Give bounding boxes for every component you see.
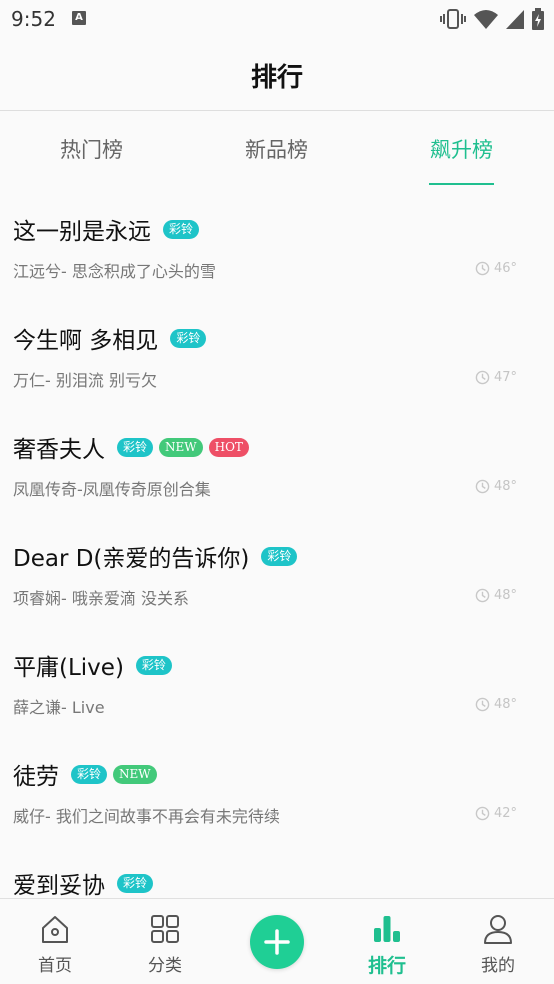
song-subtitle: 江远兮- 思念积成了心头的雪 xyxy=(13,262,216,281)
status-bar: 9:52 A xyxy=(0,0,554,40)
rank-tabs: 热门榜 新品榜 飙升榜 xyxy=(0,112,554,186)
song-title: 徒劳 xyxy=(13,764,59,790)
nav-rank-label: 排行 xyxy=(367,955,406,977)
clock-icon xyxy=(475,806,490,821)
signal-icon xyxy=(506,10,524,29)
song-title: 今生啊 多相见 xyxy=(13,328,159,354)
tab-new[interactable]: 新品榜 xyxy=(245,134,308,164)
notification-icon: A xyxy=(72,11,86,25)
nav-category[interactable]: 分类 xyxy=(110,899,220,984)
new-badge: NEW xyxy=(159,437,203,457)
plus-icon xyxy=(264,929,290,955)
song-title-row: Dear D(亲爱的告诉你) 彩铃 xyxy=(13,539,298,573)
user-icon xyxy=(484,915,512,944)
app-header: 排行 xyxy=(0,40,554,111)
song-title-row: 奢香夫人 彩铃 NEW HOT xyxy=(13,430,249,464)
song-subtitle: 项睿娴- 哦亲爱滴 没关系 xyxy=(13,589,189,608)
song-title-row: 爱到妥协 彩铃 xyxy=(13,866,154,898)
ring-badge: 彩铃 xyxy=(117,437,154,457)
song-subtitle: 凤凰传奇-凤凰传奇原创合集 xyxy=(13,480,211,499)
song-subtitle: 薛之谦- Live xyxy=(13,698,105,717)
ring-badge: 彩铃 xyxy=(71,764,108,784)
ring-badge: 彩铃 xyxy=(170,328,207,348)
song-count: 46° xyxy=(475,261,517,276)
new-badge: NEW xyxy=(113,764,157,784)
song-item[interactable]: 爱到妥协 彩铃 xyxy=(0,840,554,898)
status-time: 9:52 xyxy=(11,7,56,31)
song-subtitle: 万仁- 别泪流 别亏欠 xyxy=(13,371,157,390)
status-icons xyxy=(440,7,544,31)
song-list[interactable]: 这一别是永远 彩铃 江远兮- 思念积成了心头的雪 46° 今生啊 多相见 彩铃 … xyxy=(0,186,554,898)
hot-badge: HOT xyxy=(208,437,249,457)
ring-badge: 彩铃 xyxy=(163,219,200,239)
song-title: 平庸(Live) xyxy=(13,655,124,681)
bar-chart-icon xyxy=(374,916,400,942)
song-count-value: 42° xyxy=(493,806,517,821)
tab-hot[interactable]: 热门榜 xyxy=(60,134,123,164)
song-count: 42° xyxy=(475,806,517,821)
song-title: 这一别是永远 xyxy=(13,219,151,245)
song-item[interactable]: 平庸(Live) 彩铃 薛之谦- Live 48° xyxy=(0,622,554,731)
song-title-row: 平庸(Live) 彩铃 xyxy=(13,648,172,682)
clock-icon xyxy=(475,697,490,712)
ring-badge: 彩铃 xyxy=(135,655,172,675)
nav-mine[interactable]: 我的 xyxy=(443,899,553,984)
song-count-value: 47° xyxy=(493,370,517,385)
nav-home-label: 首页 xyxy=(38,956,72,976)
song-count: 47° xyxy=(475,370,517,385)
bottom-nav: 首页 分类 排行 我的 xyxy=(0,898,554,984)
add-button[interactable] xyxy=(250,915,304,969)
song-title: 奢香夫人 xyxy=(13,437,105,463)
song-item[interactable]: 奢香夫人 彩铃 NEW HOT 凤凰传奇-凤凰传奇原创合集 48° xyxy=(0,404,554,513)
song-count-value: 46° xyxy=(493,261,517,276)
song-count-value: 48° xyxy=(493,479,517,494)
song-title: 爱到妥协 xyxy=(13,873,105,898)
clock-icon xyxy=(475,370,490,385)
ring-badge: 彩铃 xyxy=(117,873,154,893)
nav-home[interactable]: 首页 xyxy=(0,899,110,984)
song-item[interactable]: 这一别是永远 彩铃 江远兮- 思念积成了心头的雪 46° xyxy=(0,186,554,295)
clock-icon xyxy=(475,261,490,276)
home-icon xyxy=(42,916,68,943)
page-title: 排行 xyxy=(250,63,303,93)
clock-icon xyxy=(475,588,490,603)
grid-icon xyxy=(151,915,179,943)
ring-badge: 彩铃 xyxy=(261,546,298,566)
song-title-row: 徒劳 彩铃 NEW xyxy=(13,757,157,791)
song-title: Dear D(亲爱的告诉你) xyxy=(13,546,250,572)
tab-rising[interactable]: 飙升榜 xyxy=(430,134,493,164)
song-item[interactable]: Dear D(亲爱的告诉你) 彩铃 项睿娴- 哦亲爱滴 没关系 48° xyxy=(0,513,554,622)
song-subtitle: 威仔- 我们之间故事不再会有未完待续 xyxy=(13,807,280,826)
song-count: 48° xyxy=(475,697,517,712)
song-item[interactable]: 今生啊 多相见 彩铃 万仁- 别泪流 别亏欠 47° xyxy=(0,295,554,404)
song-title-row: 这一别是永远 彩铃 xyxy=(13,212,200,246)
nav-category-label: 分类 xyxy=(148,956,182,976)
song-count-value: 48° xyxy=(493,588,517,603)
song-count-value: 48° xyxy=(493,697,517,712)
vibrate-icon xyxy=(440,9,466,29)
song-item[interactable]: 徒劳 彩铃 NEW 威仔- 我们之间故事不再会有未完待续 42° xyxy=(0,731,554,840)
song-count: 48° xyxy=(475,479,517,494)
nav-rank[interactable]: 排行 xyxy=(332,899,442,984)
song-count: 48° xyxy=(475,588,517,603)
wifi-icon xyxy=(474,10,498,29)
nav-mine-label: 我的 xyxy=(481,956,515,976)
song-title-row: 今生啊 多相见 彩铃 xyxy=(13,321,207,355)
battery-icon xyxy=(532,8,544,30)
clock-icon xyxy=(475,479,490,494)
active-tab-indicator xyxy=(429,183,494,185)
